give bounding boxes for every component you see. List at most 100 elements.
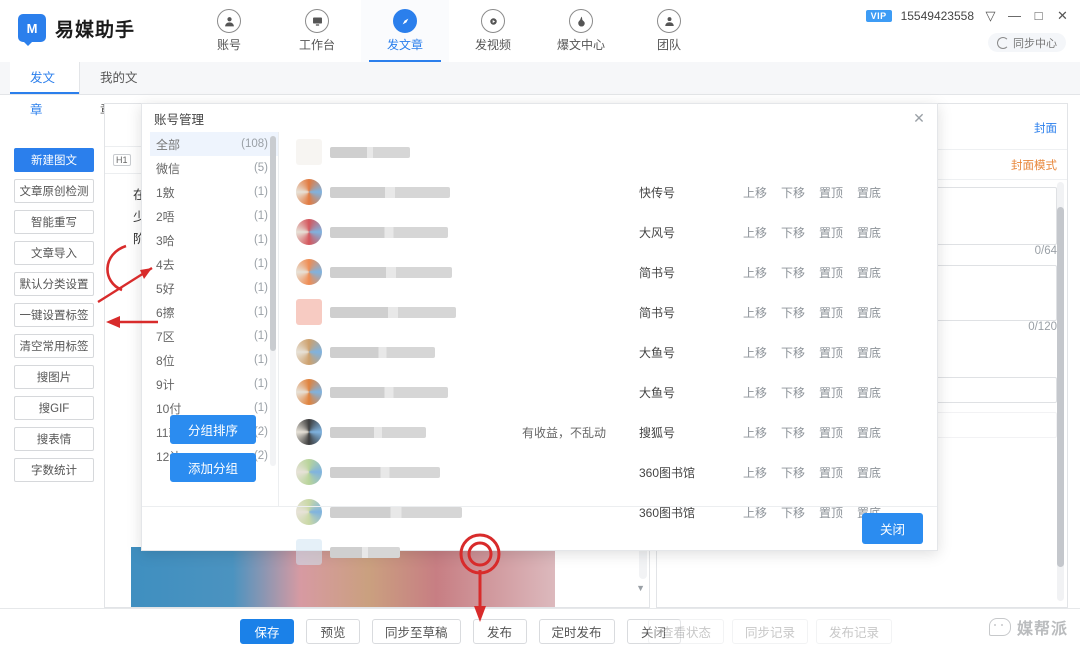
nav-item-publish-video[interactable]: 发视频 bbox=[449, 0, 537, 62]
move-down-action[interactable]: 下移 bbox=[781, 184, 805, 201]
group-list-item[interactable]: 7区 (1) bbox=[150, 324, 278, 348]
account-row[interactable]: 大风号 上移 下移 置顶 置底 bbox=[282, 212, 937, 252]
move-down-action[interactable]: 下移 bbox=[781, 304, 805, 321]
move-top-action[interactable]: 置顶 bbox=[819, 344, 843, 361]
group-list-item[interactable]: 4去 (1) bbox=[150, 252, 278, 276]
move-top-action[interactable]: 置顶 bbox=[819, 424, 843, 441]
close-icon[interactable]: ✕ bbox=[1055, 8, 1070, 23]
nav-item-publish-article[interactable]: 发文章 bbox=[361, 0, 449, 62]
account-row[interactable]: 有收益，不乱动 搜狐号 上移 下移 置顶 置底 bbox=[282, 412, 937, 452]
add-group-button[interactable]: 添加分组 bbox=[170, 453, 256, 482]
account-row[interactable]: 快传号 上移 下移 置顶 置底 bbox=[282, 172, 937, 212]
move-top-action[interactable]: 置顶 bbox=[819, 184, 843, 201]
move-top-action[interactable]: 置顶 bbox=[819, 384, 843, 401]
tool-word-count[interactable]: 字数统计 bbox=[14, 458, 94, 482]
save-button[interactable]: 保存 bbox=[240, 619, 294, 644]
move-up-action[interactable]: 上移 bbox=[743, 344, 767, 361]
tool-new-article[interactable]: 新建图文 bbox=[14, 148, 94, 172]
move-down-action[interactable]: 下移 bbox=[781, 464, 805, 481]
vip-badge: VIP bbox=[865, 9, 892, 22]
group-list-item[interactable]: 3哈 (1) bbox=[150, 228, 278, 252]
publish-records-button[interactable]: 发布记录 bbox=[816, 619, 893, 644]
tool-search-emoji[interactable]: 搜表情 bbox=[14, 427, 94, 451]
move-down-action[interactable]: 下移 bbox=[781, 224, 805, 241]
account-phone[interactable]: 15549423558 bbox=[901, 9, 974, 23]
account-row[interactable]: 360图书馆 上移下移置顶置底 bbox=[282, 452, 937, 492]
sync-to-draft-button[interactable]: 同步至草稿 bbox=[372, 619, 461, 644]
account-row[interactable]: 大鱼号 上移 下移 置顶 置底 bbox=[282, 332, 937, 372]
chevron-down-icon[interactable]: ▼ bbox=[636, 583, 645, 593]
move-down-action[interactable]: 下移 bbox=[781, 344, 805, 361]
account-row[interactable]: 简书号 上移 下移 置顶 置底 bbox=[282, 252, 937, 292]
account-platform: 360图书馆 bbox=[639, 465, 696, 480]
move-bottom-action[interactable]: 置底 bbox=[857, 384, 881, 401]
tab-my-articles[interactable]: 我的文章 bbox=[80, 62, 166, 117]
move-bottom-action[interactable]: 置底 bbox=[857, 264, 881, 281]
dialog-close-button[interactable]: 关闭 bbox=[861, 513, 923, 544]
group-list-item[interactable]: 2唔 (1) bbox=[150, 204, 278, 228]
move-top-action[interactable]: 置顶 bbox=[819, 464, 843, 481]
move-up-action[interactable]: 上移 bbox=[743, 384, 767, 401]
sync-center-button[interactable]: 同步中心 bbox=[988, 33, 1066, 52]
move-up-action[interactable]: 上移 bbox=[743, 224, 767, 241]
move-up-action[interactable]: 上移 bbox=[743, 424, 767, 441]
minimize-icon[interactable]: — bbox=[1007, 8, 1022, 23]
account-name bbox=[330, 266, 452, 278]
nav-item-accounts[interactable]: 账号 bbox=[185, 0, 273, 62]
publish-button[interactable]: 发布 bbox=[472, 619, 527, 644]
move-up-action[interactable]: 上移 bbox=[743, 264, 767, 281]
sync-records-button[interactable]: 同步记录 bbox=[732, 619, 809, 644]
group-list-item[interactable]: 6擦 (1) bbox=[150, 300, 278, 324]
group-list-item[interactable]: 8位 (1) bbox=[150, 348, 278, 372]
move-bottom-action[interactable]: 置底 bbox=[857, 464, 881, 481]
account-operations: 上移下移置顶置底 bbox=[743, 464, 913, 481]
account-row[interactable] bbox=[282, 132, 937, 172]
move-bottom-action[interactable]: 置底 bbox=[857, 184, 881, 201]
move-up-action[interactable]: 上移 bbox=[743, 464, 767, 481]
tab-publish-article[interactable]: 发文章 bbox=[10, 62, 80, 117]
move-bottom-action[interactable]: 置底 bbox=[857, 224, 881, 241]
account-row[interactable]: 简书号 上移 下移 置顶 置底 bbox=[282, 292, 937, 332]
view-status-button[interactable]: 查看状态 bbox=[648, 619, 725, 644]
nav-item-hot-center[interactable]: 爆文中心 bbox=[537, 0, 625, 62]
account-row[interactable]: 大鱼号 上移 下移 置顶 置底 bbox=[282, 372, 937, 412]
tool-originality-check[interactable]: 文章原创检测 bbox=[14, 179, 94, 203]
nav-item-workbench[interactable]: 工作台 bbox=[273, 0, 361, 62]
tool-clear-tags[interactable]: 清空常用标签 bbox=[14, 334, 94, 358]
move-top-action[interactable]: 置顶 bbox=[819, 224, 843, 241]
group-list-item[interactable]: 9计 (1) bbox=[150, 372, 278, 396]
move-bottom-action[interactable]: 置底 bbox=[857, 304, 881, 321]
close-icon[interactable]: ✕ bbox=[911, 110, 927, 126]
move-down-action[interactable]: 下移 bbox=[781, 384, 805, 401]
heading-button[interactable]: H1 bbox=[113, 154, 131, 166]
move-bottom-action[interactable]: 置底 bbox=[857, 424, 881, 441]
tool-smart-rewrite[interactable]: 智能重写 bbox=[14, 210, 94, 234]
move-up-action[interactable]: 上移 bbox=[743, 304, 767, 321]
tool-search-image[interactable]: 搜图片 bbox=[14, 365, 94, 389]
chevron-down-icon[interactable]: ▽ bbox=[983, 8, 998, 23]
move-top-action[interactable]: 置顶 bbox=[819, 264, 843, 281]
sort-groups-button[interactable]: 分组排序 bbox=[170, 415, 256, 444]
preview-button[interactable]: 预览 bbox=[306, 619, 360, 644]
tool-default-category[interactable]: 默认分类设置 bbox=[14, 272, 94, 296]
scheduled-publish-button[interactable]: 定时发布 bbox=[538, 619, 615, 644]
tool-search-gif[interactable]: 搜GIF bbox=[14, 396, 94, 420]
account-name bbox=[330, 386, 448, 398]
right-panel-scrollbar[interactable] bbox=[1057, 182, 1064, 601]
move-top-action[interactable]: 置顶 bbox=[819, 304, 843, 321]
move-down-action[interactable]: 下移 bbox=[781, 264, 805, 281]
group-list-item[interactable]: 微信 (5) bbox=[150, 156, 278, 180]
group-list-item[interactable]: 全部 (108) bbox=[150, 132, 278, 156]
move-bottom-action[interactable]: 置底 bbox=[857, 344, 881, 361]
group-list-item[interactable]: 1敫 (1) bbox=[150, 180, 278, 204]
cover-link[interactable]: 封面 bbox=[1034, 120, 1057, 136]
move-down-action[interactable]: 下移 bbox=[781, 424, 805, 441]
tool-one-click-tags[interactable]: 一键设置标签 bbox=[14, 303, 94, 327]
tool-import-article[interactable]: 文章导入 bbox=[14, 241, 94, 265]
nav-item-team[interactable]: 团队 bbox=[625, 0, 713, 62]
move-up-action[interactable]: 上移 bbox=[743, 184, 767, 201]
account-operations: 上移下移置顶置底 bbox=[743, 344, 913, 361]
maximize-icon[interactable]: □ bbox=[1031, 8, 1046, 23]
group-list-item[interactable]: 5好 (1) bbox=[150, 276, 278, 300]
group-list-scrollbar[interactable] bbox=[270, 136, 276, 466]
